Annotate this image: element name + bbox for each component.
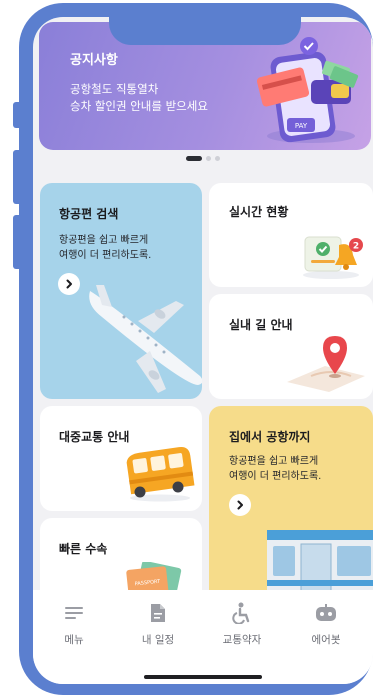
chevron-right-icon: [237, 500, 243, 510]
card-description: 항공편을 쉽고 빠르게 여행이 더 편리하도록.: [59, 233, 151, 263]
tab-accessibility[interactable]: 교통약자: [207, 602, 277, 647]
home-to-airport-card[interactable]: 집에서 공항까지 항공편을 쉽고 빠르게 여행이 더 편리하도록.: [209, 406, 373, 606]
location-pin-illustration: [287, 336, 365, 392]
tab-label: 내 일정: [141, 634, 175, 646]
pay-label: PAY: [295, 122, 308, 130]
indoor-navigation-card[interactable]: 실내 길 안내: [209, 294, 373, 399]
document-icon: [151, 604, 165, 622]
bottom-tab-bar: 메뉴 내 일정 교통약자 에어봇: [33, 590, 373, 684]
card-description: 항공편을 쉽고 빠르게 여행이 더 편리하도록.: [229, 454, 321, 484]
notification-bell-illustration: 2: [303, 236, 363, 279]
accessibility-icon: [232, 602, 250, 624]
banner-subtitle: 공항철도 직통열차 승차 할인권 안내를 받으세요: [70, 81, 250, 115]
menu-icon: [65, 607, 83, 619]
banner-pager[interactable]: [33, 156, 373, 161]
tab-label: 에어봇: [311, 634, 341, 646]
home-indicator[interactable]: [144, 675, 262, 679]
airplane-illustration: [89, 285, 202, 393]
card-desc-line-1: 항공편을 쉽고 빠르게: [59, 235, 149, 246]
card-title: 실내 길 안내: [229, 318, 293, 332]
card-title: 대중교통 안내: [59, 430, 130, 444]
chevron-right-icon: [66, 279, 72, 289]
side-button-volume-up: [13, 150, 23, 204]
flight-search-card[interactable]: 항공편 검색 항공편을 쉽고 빠르게 여행이 더 편리하도록.: [40, 183, 202, 399]
pager-dot[interactable]: [215, 156, 220, 161]
card-title: 실시간 현황: [229, 205, 289, 219]
mobile-pay-illustration: PAY: [256, 37, 359, 143]
banner-line-1: 공항철도 직통열차: [70, 82, 159, 96]
home-to-airport-arrow-button[interactable]: [229, 494, 251, 516]
side-button-mute: [13, 102, 23, 128]
notch: [109, 17, 301, 45]
tab-my-schedule[interactable]: 내 일정: [123, 602, 193, 647]
side-button-volume-down: [13, 215, 23, 269]
pager-dot-active[interactable]: [186, 156, 202, 161]
banner-title: 공지사항: [70, 53, 118, 68]
banner-line-2: 승차 할인권 안내를 받으세요: [70, 99, 208, 113]
card-title: 집에서 공항까지: [229, 430, 311, 444]
card-desc-line-2: 여행이 더 편리하도록.: [59, 250, 152, 261]
tab-airbot[interactable]: 에어봇: [291, 602, 361, 647]
tab-menu[interactable]: 메뉴: [39, 602, 109, 647]
public-transit-card[interactable]: 대중교통 안내: [40, 406, 202, 511]
flight-search-arrow-button[interactable]: [58, 273, 80, 295]
tab-label: 교통약자: [222, 634, 262, 646]
card-title: 항공편 검색: [59, 207, 119, 221]
pager-dot[interactable]: [206, 156, 211, 161]
notification-badge: 2: [353, 242, 359, 252]
app-screen: 공지사항 공항철도 직통열차 승차 할인권 안내를 받으세요 PAY 항공편 검…: [33, 17, 373, 684]
realtime-status-card[interactable]: 실시간 현황 2: [209, 183, 373, 287]
tab-label: 메뉴: [64, 634, 84, 646]
card-title: 빠른 수속: [59, 542, 108, 556]
bot-icon: [316, 604, 336, 621]
card-desc-line-1: 항공편을 쉽고 빠르게: [229, 456, 319, 467]
card-desc-line-2: 여행이 더 편리하도록.: [229, 471, 322, 482]
bus-illustration: [126, 446, 195, 502]
